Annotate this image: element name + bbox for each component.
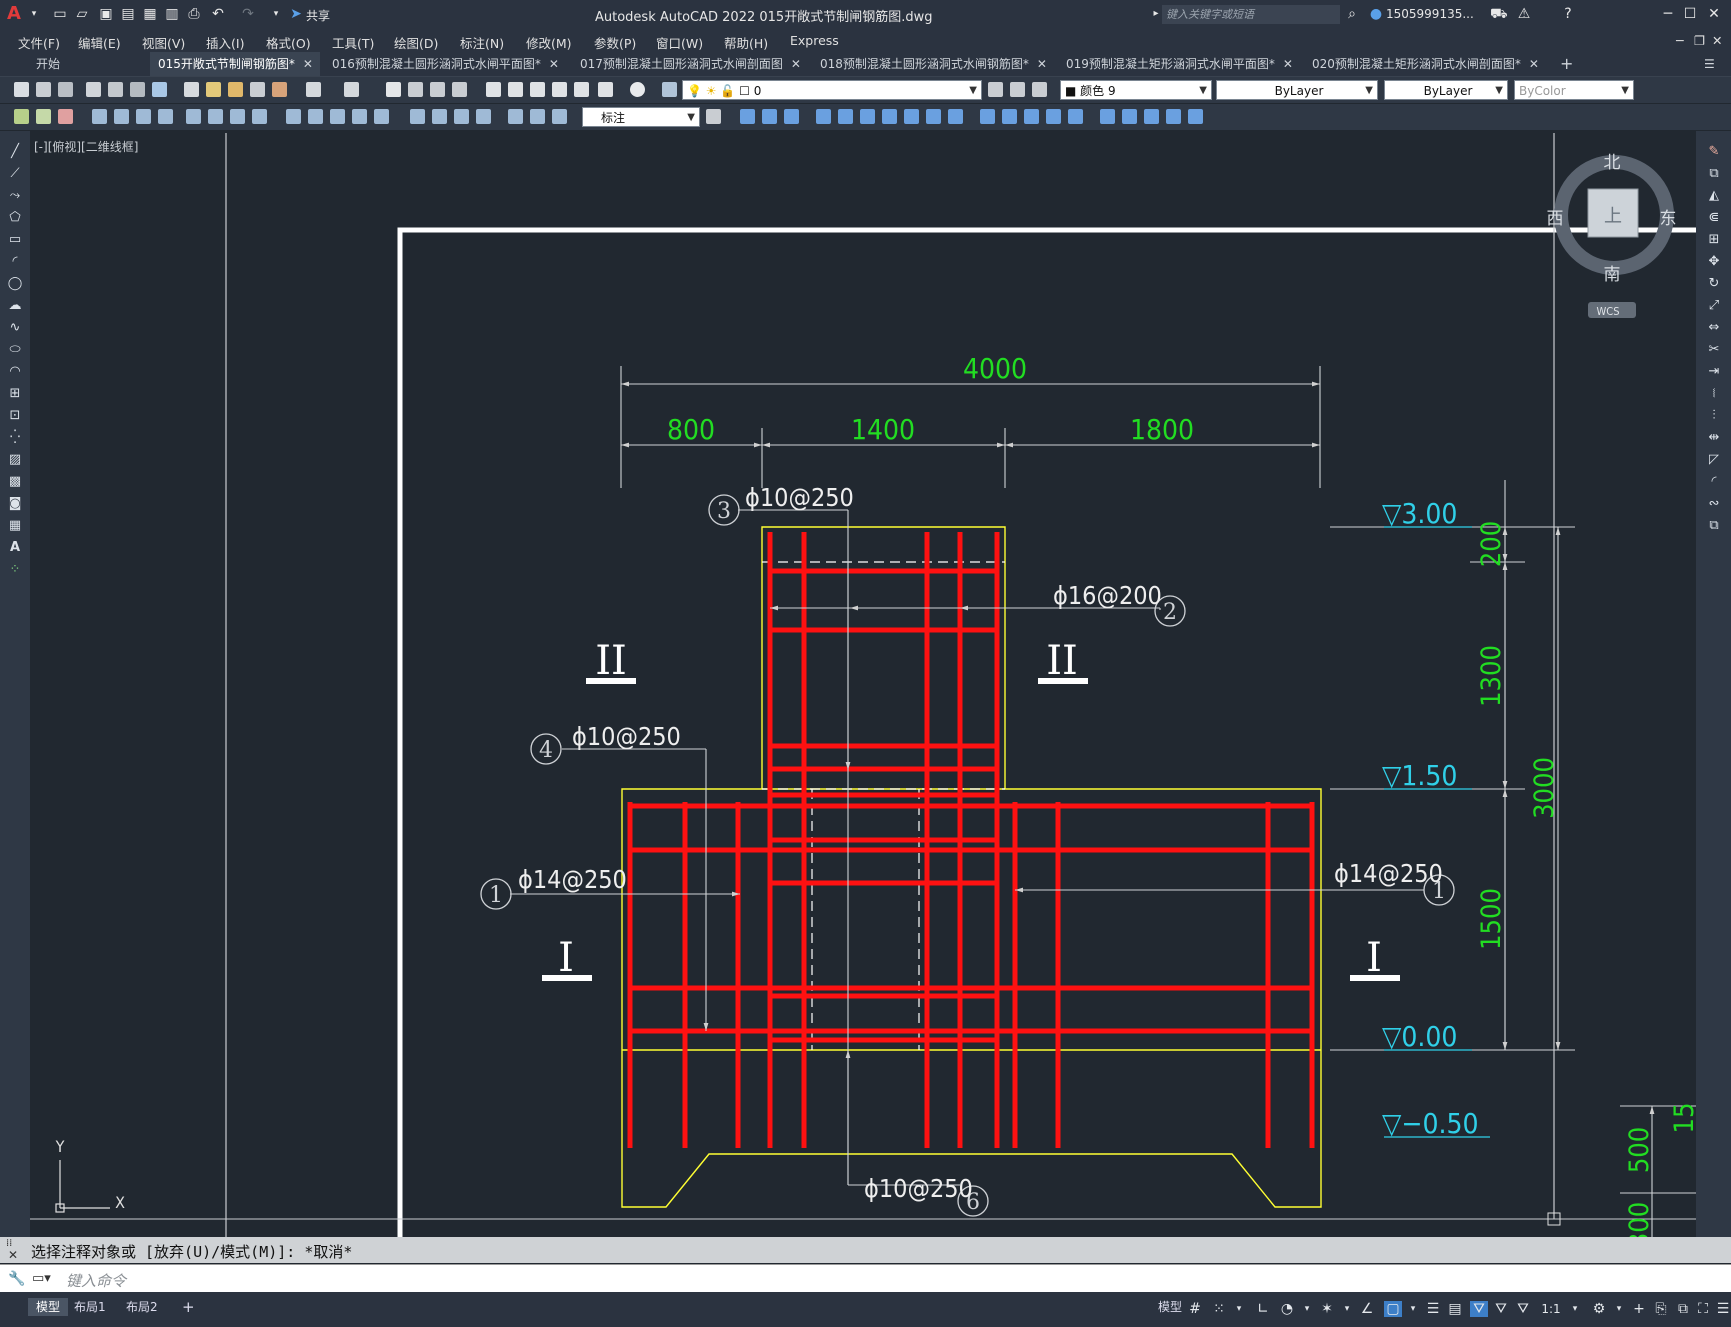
- layout-tab-2[interactable]: 布局2: [118, 1298, 166, 1316]
- dim-overall-width: 4000: [963, 352, 1027, 385]
- polar-icon[interactable]: ◔: [1278, 1301, 1296, 1317]
- viewcube-west[interactable]: 西: [1547, 209, 1564, 229]
- polar-menu-icon[interactable]: ▾: [1298, 1301, 1316, 1317]
- object-snap-tracking-icon[interactable]: ∠: [1358, 1301, 1376, 1317]
- dim-1500: 1500: [1476, 888, 1507, 950]
- elevation-3: ▽3.00: [1382, 497, 1457, 530]
- dim-500: 500: [1624, 1127, 1655, 1173]
- elevation-neg-0-5: ▽−0.50: [1382, 1107, 1479, 1140]
- scale-menu-icon[interactable]: ▾: [1566, 1301, 1584, 1317]
- rebar-label-4: ϕ10@250: [572, 722, 681, 751]
- add-layout-icon[interactable]: +: [174, 1298, 203, 1316]
- recent-commands-icon[interactable]: ▭▾: [32, 1271, 51, 1286]
- ucs-x-label: X: [115, 1193, 125, 1212]
- viewcube-east[interactable]: 东: [1660, 209, 1677, 229]
- rebar-label-1-left: ϕ14@250: [518, 865, 627, 894]
- section-mark-ii-left: II: [595, 638, 627, 684]
- viewcube-south[interactable]: 南: [1604, 265, 1621, 285]
- rebar-number-4: 4: [539, 738, 553, 763]
- layout-tab-1[interactable]: 布局1: [66, 1298, 114, 1316]
- rebar-label-3: ϕ10@250: [745, 483, 854, 512]
- customize-wrench-icon[interactable]: 🔧: [8, 1271, 25, 1287]
- dim-cut: 15: [1669, 1103, 1700, 1134]
- annotation-scale-value[interactable]: 1:1: [1536, 1301, 1566, 1317]
- dim-middle-width: 1400: [851, 413, 915, 446]
- annotation-scale-icon[interactable]: ⛛: [1514, 1301, 1532, 1317]
- viewcube-north[interactable]: 北: [1604, 153, 1621, 173]
- rebar-label-6: ϕ10@250: [864, 1174, 973, 1203]
- object-snap-icon[interactable]: ▢: [1384, 1301, 1402, 1317]
- command-line[interactable]: 🔧 ▭▾ 键入命令: [0, 1264, 1731, 1293]
- units-icon[interactable]: ⎘: [1652, 1301, 1670, 1317]
- grid-icon[interactable]: #: [1186, 1301, 1204, 1317]
- dim-left-width: 800: [667, 413, 715, 446]
- command-input[interactable]: 键入命令: [66, 1270, 126, 1291]
- osnap-menu-icon[interactable]: ▾: [1404, 1301, 1422, 1317]
- dim-1300: 1300: [1476, 645, 1507, 707]
- command-close-icon[interactable]: ✕: [8, 1248, 18, 1262]
- snap-icon[interactable]: ⁙: [1210, 1301, 1228, 1317]
- rebar-number-2: 2: [1163, 600, 1177, 625]
- iso-menu-icon[interactable]: ▾: [1338, 1301, 1356, 1317]
- workspace-gear-icon[interactable]: ⚙: [1590, 1301, 1608, 1317]
- workspace-menu-icon[interactable]: ▾: [1610, 1301, 1628, 1317]
- section-mark-i-right: I: [1366, 935, 1382, 981]
- ucs-icon: [55, 1160, 110, 1213]
- command-history: ⁞⁞ ✕ 选择注释对象或 [放弃(U)/模式(M)]: *取消*: [0, 1237, 1731, 1263]
- rebar-label-1-right: ϕ14@250: [1334, 859, 1443, 888]
- status-bar: 模型 布局1 布局2 + 模型 # ⁙ ▾ ∟ ◔ ▾ ✶ ▾ ∠ ▢ ▾ ☰ …: [0, 1292, 1731, 1327]
- rebar-number-1-left: 1: [489, 883, 503, 908]
- auto-scale-icon[interactable]: ⛛: [1492, 1301, 1510, 1317]
- ucs-y-label: Y: [55, 1137, 65, 1156]
- rebar-label-2: ϕ16@200: [1053, 581, 1162, 610]
- viewcube-top-label: 上: [1604, 206, 1622, 227]
- dim-300: 300: [1624, 1202, 1655, 1237]
- isodraft-icon[interactable]: ✶: [1318, 1301, 1336, 1317]
- annotation-visibility-icon[interactable]: ⛛: [1470, 1301, 1488, 1317]
- section-mark-ii-right: II: [1046, 638, 1078, 684]
- dim-200: 200: [1476, 521, 1507, 567]
- rebar-group: [627, 532, 1315, 1148]
- hardware-acceleration-icon[interactable]: ⧉: [1674, 1301, 1692, 1317]
- snap-menu-icon[interactable]: ▾: [1230, 1301, 1248, 1317]
- elevation-markers: ▽3.00 ▽1.50 ▽0.00 ▽−0.50: [1382, 497, 1479, 1140]
- customize-status-icon[interactable]: ☰: [1714, 1301, 1731, 1317]
- annotation-monitor-icon[interactable]: +: [1630, 1301, 1648, 1317]
- command-history-text: 选择注释对象或 [放弃(U)/模式(M)]: *取消*: [31, 1243, 353, 1261]
- dim-right-width: 1800: [1130, 413, 1194, 446]
- clean-screen-icon[interactable]: ⛶: [1694, 1301, 1712, 1317]
- drawing-canvas[interactable]: 4000 800 1400 1800 200 1300 1500 3000 50…: [0, 0, 1731, 1237]
- rebar-callout-circles: [480, 494, 1455, 1217]
- viewcube[interactable]: 上 北 南 东 西 WCS: [1547, 153, 1677, 318]
- model-space-button[interactable]: 模型: [1150, 1298, 1190, 1316]
- rebar-number-3: 3: [717, 499, 731, 524]
- wcs-label: WCS: [1597, 305, 1620, 318]
- ortho-icon[interactable]: ∟: [1254, 1301, 1272, 1317]
- lineweight-icon[interactable]: ☰: [1424, 1301, 1442, 1317]
- elevation-1-5: ▽1.50: [1382, 759, 1457, 792]
- section-mark-i-left: I: [558, 935, 574, 981]
- transparency-icon[interactable]: ▤: [1446, 1301, 1464, 1317]
- elevation-0: ▽0.00: [1382, 1020, 1457, 1053]
- dim-3000: 3000: [1529, 757, 1560, 819]
- layout-tab-model[interactable]: 模型: [28, 1298, 69, 1316]
